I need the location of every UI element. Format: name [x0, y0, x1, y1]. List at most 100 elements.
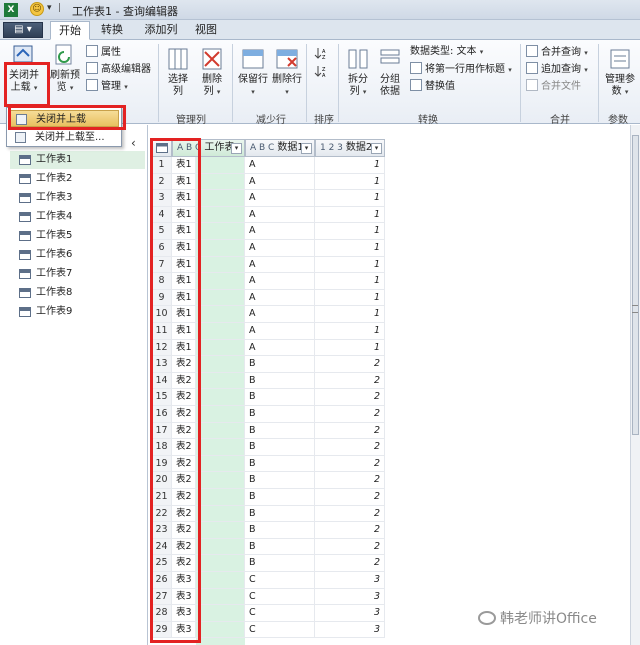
cell-blank[interactable] [196, 605, 245, 622]
column-header-sheet[interactable]: A B C 工作表 ▾ [172, 139, 245, 157]
cell-data1[interactable]: A [245, 223, 315, 240]
cell-data1[interactable]: B [245, 555, 315, 572]
cell-data1[interactable]: A [245, 173, 315, 191]
cell-data2[interactable]: 1 [315, 240, 385, 257]
cell-blank[interactable] [196, 256, 245, 274]
cell-data2[interactable]: 2 [315, 439, 385, 456]
cell-sheet-name[interactable]: 表1 [172, 157, 196, 174]
cell-blank[interactable] [196, 190, 245, 207]
properties-button[interactable]: 属性 [86, 45, 121, 60]
cell-data2[interactable]: 2 [315, 489, 385, 506]
cell-data1[interactable]: A [245, 289, 315, 307]
table-row[interactable]: 5 表1 A 1 [148, 223, 630, 240]
column-filter-dropdown-icon[interactable]: ▾ [371, 143, 382, 154]
cell-blank[interactable] [196, 339, 245, 357]
advanced-editor-button[interactable]: 高级编辑器 [86, 62, 151, 77]
tab-add-column[interactable]: 添加列 [137, 21, 185, 40]
cell-data2[interactable]: 1 [315, 173, 385, 191]
cell-blank[interactable] [196, 406, 245, 423]
cell-sheet-name[interactable]: 表2 [172, 422, 196, 440]
select-all-corner[interactable] [152, 139, 172, 157]
cell-blank[interactable] [196, 422, 245, 440]
cell-data1[interactable]: A [245, 190, 315, 207]
table-row[interactable]: 10 表1 A 1 [148, 306, 630, 323]
manage-button[interactable]: 管理 ▾ [86, 79, 128, 94]
cell-sheet-name[interactable]: 表1 [172, 306, 196, 323]
cell-sheet-name[interactable]: 表1 [172, 240, 196, 257]
table-row[interactable]: 2 表1 A 1 [148, 173, 630, 191]
cell-data1[interactable]: C [245, 588, 315, 606]
quick-access-dropdown-icon[interactable]: ▾ [47, 3, 52, 13]
keep-rows-button[interactable]: 保留行 ▾ [238, 46, 268, 98]
query-list-item[interactable]: 工作表8 [10, 284, 145, 302]
cell-data2[interactable]: 2 [315, 356, 385, 373]
cell-data2[interactable]: 1 [315, 223, 385, 240]
cell-data1[interactable]: B [245, 406, 315, 423]
table-row[interactable]: 20 表2 B 2 [148, 472, 630, 489]
cell-data2[interactable]: 1 [315, 273, 385, 290]
table-row[interactable]: 24 表2 B 2 [148, 538, 630, 556]
cell-data2[interactable]: 3 [315, 572, 385, 589]
cell-sheet-name[interactable]: 表2 [172, 538, 196, 556]
split-column-button[interactable]: 拆分列 ▾ [344, 46, 372, 98]
cell-data2[interactable]: 2 [315, 422, 385, 440]
cell-blank[interactable] [196, 389, 245, 406]
table-row[interactable]: 8 表1 A 1 [148, 273, 630, 290]
cell-data2[interactable]: 3 [315, 621, 385, 639]
cell-data2[interactable]: 2 [315, 372, 385, 390]
cell-sheet-name[interactable]: 表1 [172, 323, 196, 340]
combine-files-button[interactable]: 合并文件 [526, 79, 581, 94]
cell-data1[interactable]: B [245, 472, 315, 489]
cell-sheet-name[interactable]: 表2 [172, 356, 196, 373]
query-list-item[interactable]: 工作表9 [10, 303, 145, 321]
cell-sheet-name[interactable]: 表1 [172, 190, 196, 207]
cell-data1[interactable]: B [245, 538, 315, 556]
cell-data2[interactable]: 1 [315, 256, 385, 274]
cell-blank[interactable] [196, 356, 245, 373]
cell-sheet-name[interactable]: 表1 [172, 256, 196, 274]
table-row[interactable]: 27 表3 C 3 [148, 588, 630, 606]
cell-blank[interactable] [196, 206, 245, 224]
cell-blank[interactable] [196, 223, 245, 240]
cell-data2[interactable]: 1 [315, 289, 385, 307]
sort-descending-button[interactable]: ZA [314, 64, 328, 83]
excel-app-icon[interactable]: X [4, 3, 18, 17]
cell-data1[interactable]: C [245, 621, 315, 639]
cell-blank[interactable] [196, 157, 245, 174]
cell-data2[interactable]: 1 [315, 306, 385, 323]
query-list-item[interactable]: 工作表7 [10, 265, 145, 283]
table-row[interactable]: 12 表1 A 1 [148, 339, 630, 357]
choose-columns-button[interactable]: 选择列 [164, 46, 192, 98]
replace-values-button[interactable]: 替换值 [410, 79, 455, 94]
cell-blank[interactable] [196, 621, 245, 639]
cell-sheet-name[interactable]: 表2 [172, 439, 196, 456]
cell-blank[interactable] [196, 538, 245, 556]
refresh-preview-button[interactable]: 刷新预览 ▾ [48, 42, 82, 94]
column-header-data2[interactable]: 1 2 3 数据2 ▾ [315, 139, 385, 157]
scrollbar-thumb[interactable] [632, 135, 639, 435]
cell-blank[interactable] [196, 572, 245, 589]
cell-blank[interactable] [196, 372, 245, 390]
cell-sheet-name[interactable]: 表2 [172, 522, 196, 539]
cell-sheet-name[interactable]: 表1 [172, 223, 196, 240]
cell-blank[interactable] [196, 323, 245, 340]
cell-sheet-name[interactable]: 表2 [172, 372, 196, 390]
table-row[interactable]: 9 表1 A 1 [148, 289, 630, 307]
cell-sheet-name[interactable]: 表2 [172, 455, 196, 473]
table-row[interactable]: 25 表2 B 2 [148, 555, 630, 572]
cell-data1[interactable]: A [245, 240, 315, 257]
cell-data1[interactable]: B [245, 439, 315, 456]
cell-data1[interactable]: A [245, 157, 315, 174]
table-row[interactable]: 11 表1 A 1 [148, 323, 630, 340]
cell-sheet-name[interactable]: 表2 [172, 472, 196, 489]
cell-data1[interactable]: B [245, 505, 315, 523]
cell-blank[interactable] [196, 555, 245, 572]
use-first-row-as-headers-button[interactable]: 将第一行用作标题 ▾ [410, 62, 512, 77]
tab-home[interactable]: 开始 [50, 21, 90, 40]
append-queries-button[interactable]: 追加查询 ▾ [526, 62, 588, 77]
cell-sheet-name[interactable]: 表2 [172, 555, 196, 572]
cell-sheet-name[interactable]: 表3 [172, 621, 196, 639]
table-row[interactable]: 22 表2 B 2 [148, 505, 630, 523]
cell-data1[interactable]: B [245, 455, 315, 473]
table-row[interactable]: 16 表2 B 2 [148, 406, 630, 423]
